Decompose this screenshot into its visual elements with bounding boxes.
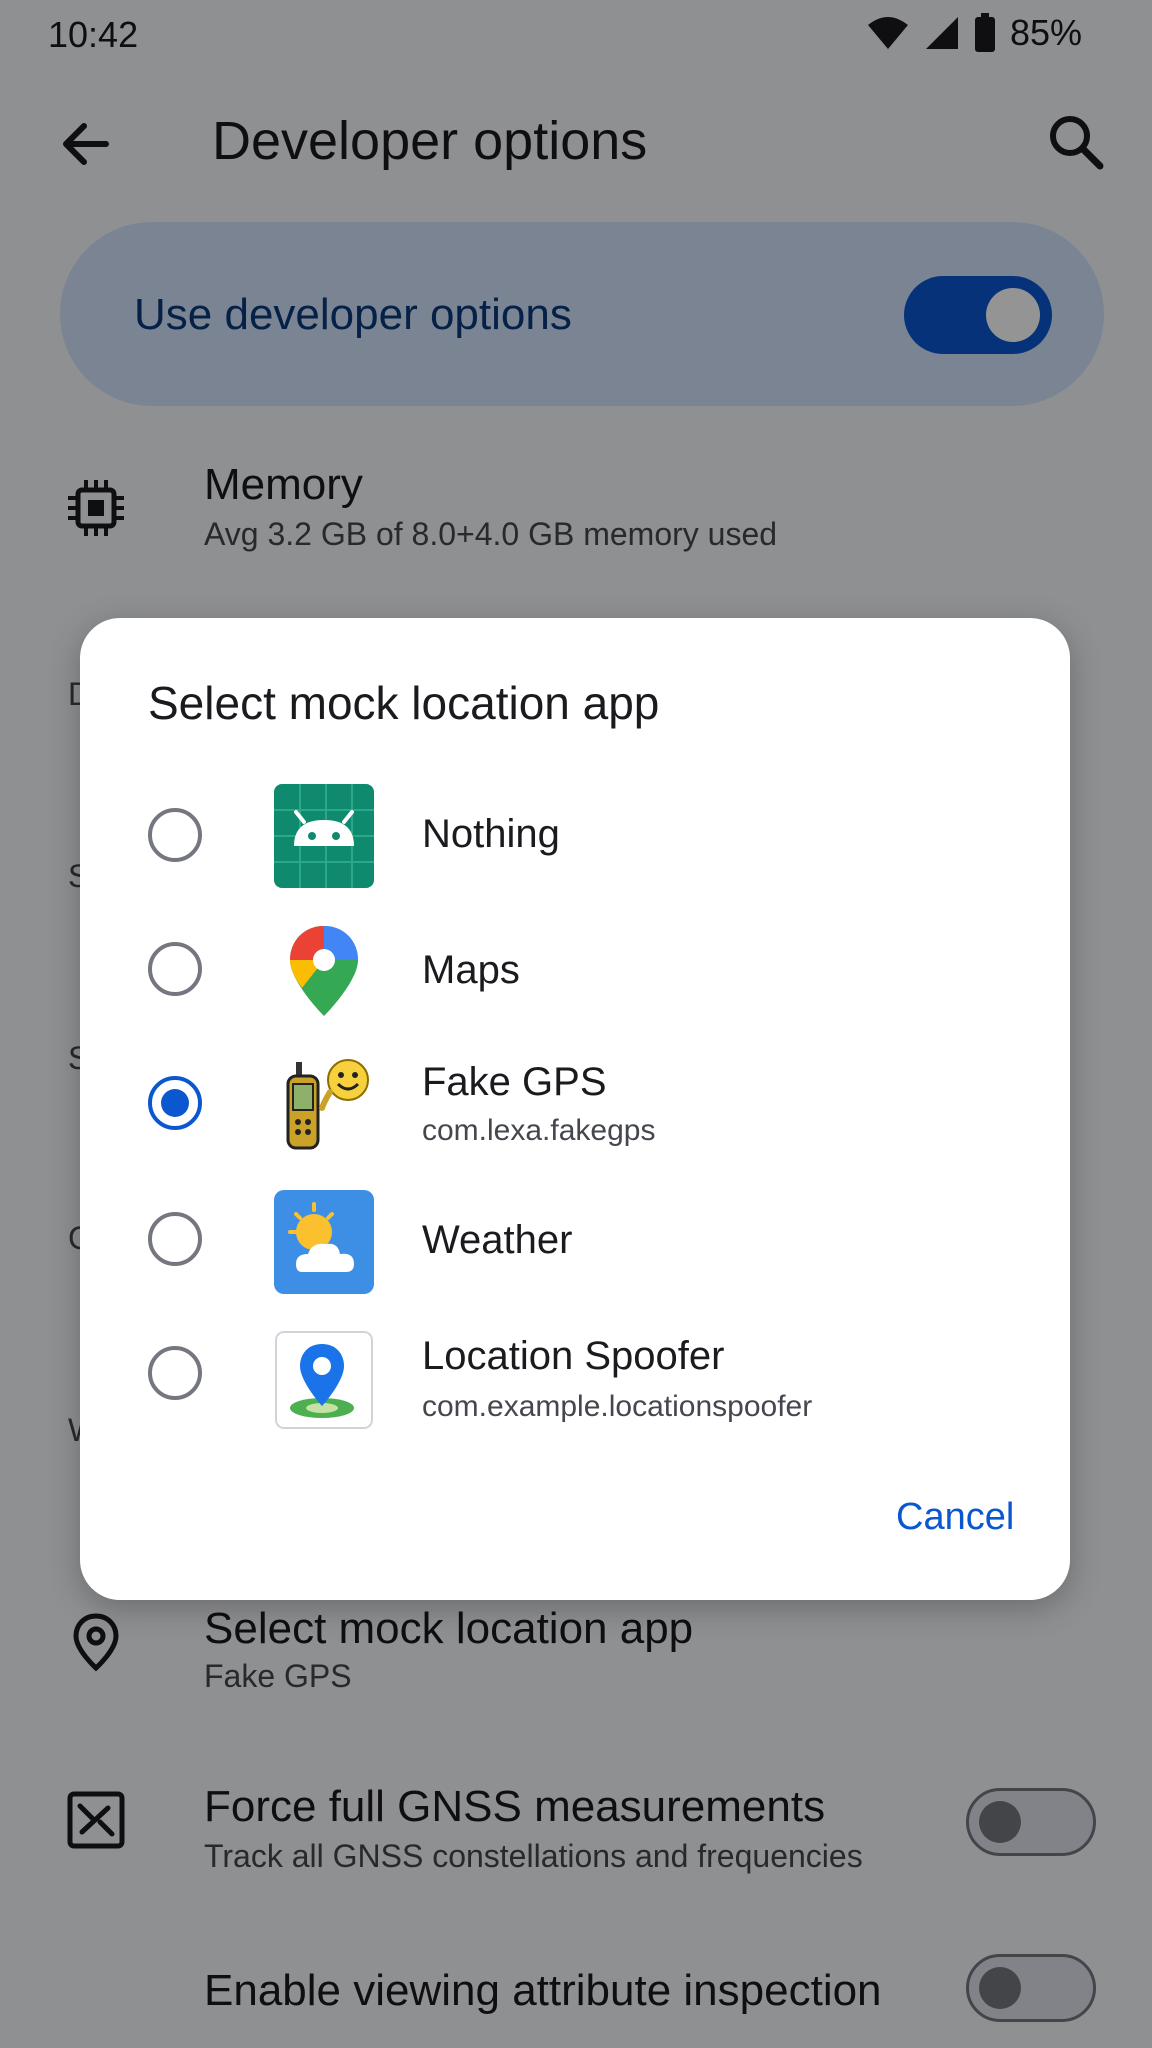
maps-pin-icon xyxy=(290,926,358,1016)
dialog-title: Select mock location app xyxy=(148,677,660,729)
radio-nothing[interactable] xyxy=(148,808,202,862)
option-label-nothing[interactable]: Nothing xyxy=(422,812,560,857)
radio-fake-gps[interactable] xyxy=(148,1076,202,1130)
android-icon xyxy=(274,784,374,888)
option-label-weather[interactable]: Weather xyxy=(422,1218,572,1263)
option-package-location-spoofer: com.example.locationspoofer xyxy=(422,1390,813,1423)
option-label-location-spoofer[interactable]: Location Spoofer xyxy=(422,1334,724,1379)
option-label-fake-gps[interactable]: Fake GPS xyxy=(422,1060,607,1105)
mock-location-dialog xyxy=(80,618,1070,1600)
radio-location-spoofer[interactable] xyxy=(148,1346,202,1400)
location-spoofer-icon xyxy=(275,1331,373,1429)
radio-maps[interactable] xyxy=(148,942,202,996)
fake-gps-icon xyxy=(286,1059,369,1150)
option-label-maps[interactable]: Maps xyxy=(422,948,520,993)
option-package-fake-gps: com.lexa.fakegps xyxy=(422,1114,656,1147)
cancel-button[interactable]: Cancel xyxy=(880,1490,1030,1545)
weather-icon xyxy=(274,1190,374,1294)
radio-weather[interactable] xyxy=(148,1212,202,1266)
